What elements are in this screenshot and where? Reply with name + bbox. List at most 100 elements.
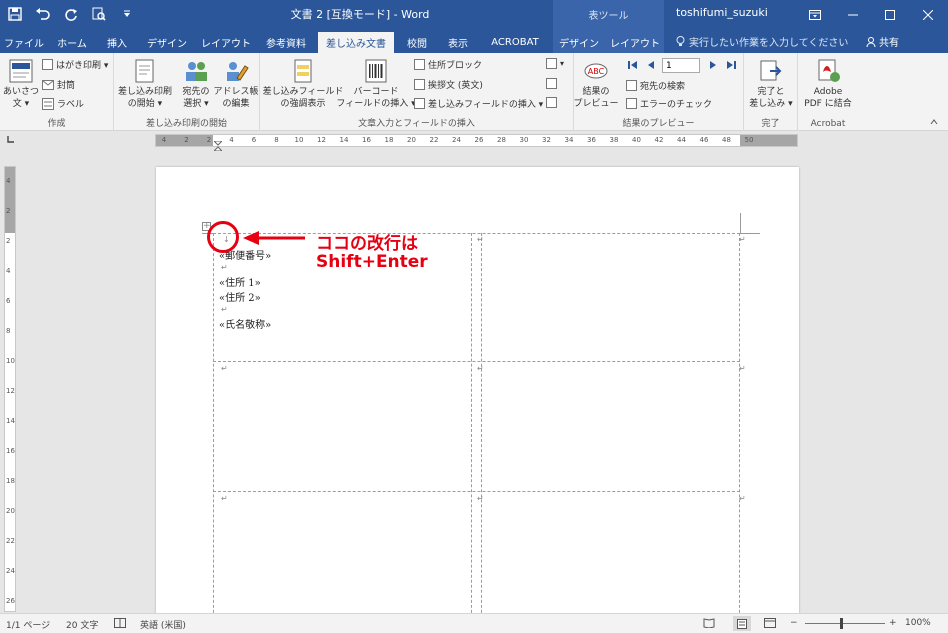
ruler-number: 38: [609, 136, 619, 144]
record-number-input[interactable]: [662, 58, 700, 73]
redo-icon[interactable]: [62, 5, 80, 23]
finish-merge-label-2: 差し込み ▾: [749, 99, 793, 109]
ruler-number: 26: [474, 136, 484, 144]
read-mode-icon[interactable]: [703, 618, 715, 628]
ruler-number: 24: [6, 567, 15, 575]
tab-table-layout[interactable]: レイアウト: [608, 32, 662, 53]
tab-design[interactable]: デザイン: [142, 32, 192, 53]
tab-acrobat[interactable]: ACROBAT: [484, 32, 546, 53]
close-button[interactable]: [910, 0, 946, 29]
customize-qat-icon[interactable]: [118, 5, 136, 23]
merge-field-name[interactable]: «氏名敬称»: [219, 316, 271, 331]
next-record-button[interactable]: [706, 58, 720, 72]
start-mail-merge-button[interactable]: 差し込み印刷 の開始 ▾: [118, 58, 172, 110]
proofing-status[interactable]: [114, 618, 126, 628]
collapse-ribbon-icon[interactable]: [930, 118, 938, 128]
rules-button[interactable]: ▾: [546, 58, 564, 69]
crop-mark: [740, 233, 760, 234]
find-recipient-button[interactable]: 宛先の検索: [626, 79, 685, 92]
ruler-number: 20: [407, 136, 416, 144]
highlight-merge-fields-button[interactable]: 差し込みフィールド の強調表示: [263, 58, 343, 110]
zoom-out-button[interactable]: −: [790, 618, 798, 628]
ruler-number: 44: [677, 136, 686, 144]
minimize-button[interactable]: [835, 0, 871, 29]
tab-layout[interactable]: レイアウト: [198, 32, 254, 53]
select-recipients-button[interactable]: 宛先の 選択 ▾: [178, 58, 214, 110]
merge-field-address1[interactable]: «住所 1»: [219, 274, 261, 289]
preview-results-label-1: 結果の: [582, 87, 610, 97]
ruler-number: 4: [229, 136, 234, 144]
maximize-button[interactable]: [872, 0, 908, 29]
ruler-number: 10: [294, 136, 304, 144]
tab-file[interactable]: ファイル: [2, 32, 46, 53]
tab-references[interactable]: 参考資料: [260, 32, 312, 53]
ruler-number: 24: [452, 136, 461, 144]
previous-record-button[interactable]: [644, 58, 658, 72]
table-border: [739, 233, 740, 633]
tab-review[interactable]: 校閲: [400, 32, 434, 53]
first-record-button[interactable]: [626, 58, 640, 72]
merge-field-address2[interactable]: «住所 2»: [219, 289, 261, 304]
ruler-number: 16: [362, 136, 371, 144]
insert-merge-field-button[interactable]: 差し込みフィールドの挿入 ▾: [414, 97, 543, 110]
labels-table[interactable]: ↓ «郵便番号» ↵ «住所 1» «住所 2» ↵ «氏名敬称» ↵ ↵ ↵ …: [213, 233, 746, 633]
indent-marker-icon[interactable]: [214, 141, 222, 151]
check-errors-button[interactable]: エラーのチェック: [626, 97, 712, 110]
adobe-pdf-merge-button[interactable]: Adobe PDF に結合: [800, 58, 856, 110]
word-count[interactable]: 20 文字: [66, 618, 98, 631]
ribbon: あいさつ 文 ▾ はがき印刷 ▾ 封筒 ラベル 作成 差し込み印刷 の開始 ▾ …: [0, 53, 948, 131]
zoom-level[interactable]: 100%: [905, 618, 931, 628]
print-preview-icon[interactable]: [90, 5, 108, 23]
group-start-mail-merge: 差し込み印刷 の開始 ▾ 宛先の 選択 ▾ アドレス帳 の編集 差し込み印刷の開…: [114, 53, 260, 131]
undo-icon[interactable]: [34, 5, 52, 23]
user-name[interactable]: toshifumi_suzuki: [676, 6, 768, 19]
vertical-ruler[interactable]: 4 2 2 4 6 8 10 12 14 16 18 20 22 24 26: [4, 166, 16, 612]
table-border: [213, 361, 740, 362]
preview-results-button[interactable]: ABC 結果の プレビュー: [574, 58, 619, 110]
update-labels-button[interactable]: [546, 97, 557, 108]
tab-mailings[interactable]: 差し込み文書: [318, 32, 394, 53]
zoom-slider-thumb[interactable]: [840, 618, 843, 629]
address-block-button[interactable]: 住所ブロック: [414, 58, 482, 71]
select-recipients-label-2: 選択 ▾: [183, 99, 209, 109]
ruler-number: 12: [317, 136, 326, 144]
page-count[interactable]: 1/1 ページ: [6, 618, 50, 631]
envelope-button[interactable]: 封筒: [42, 78, 75, 91]
finish-merge-button[interactable]: 完了と 差し込み ▾: [746, 58, 796, 110]
ruler-number: 8: [274, 136, 279, 144]
print-layout-icon[interactable]: [733, 616, 751, 631]
next-record-icon: [710, 61, 716, 69]
tab-home[interactable]: ホーム: [52, 32, 92, 53]
group-preview-results: ABC 結果の プレビュー 宛先の検索 エラーのチェック 結果のプレビュー: [574, 53, 744, 131]
postcard-print-button[interactable]: はがき印刷 ▾: [42, 58, 108, 71]
language-status[interactable]: 英語 (米国): [140, 618, 186, 631]
dropdown-arrow-icon: ▾: [560, 59, 565, 68]
tell-me-box[interactable]: 実行したい作業を入力してください: [676, 34, 848, 49]
tab-selector-icon[interactable]: [6, 135, 17, 146]
label-button[interactable]: ラベル: [42, 97, 84, 110]
adobe-pdf-label-2: PDF に結合: [804, 99, 852, 109]
share-button[interactable]: 共有: [866, 34, 899, 49]
edit-recipient-list-button[interactable]: アドレス帳 の編集: [214, 58, 259, 110]
save-icon[interactable]: [6, 5, 24, 23]
title-bar: 文書 2 [互換モード] - Word 表ツール toshifumi_suzuk…: [0, 0, 948, 29]
document-title: 文書 2 [互換モード] - Word: [290, 8, 430, 21]
ruler-number: 6: [251, 136, 257, 144]
ribbon-display-options-button[interactable]: [797, 0, 833, 29]
last-record-button[interactable]: [724, 58, 738, 72]
find-recipient-icon: [626, 80, 637, 91]
tab-table-design[interactable]: デザイン: [556, 32, 602, 53]
match-fields-button[interactable]: [546, 78, 557, 89]
finish-merge-icon: [760, 60, 782, 81]
ruler-number: 14: [6, 417, 15, 425]
zoom-slider[interactable]: [805, 623, 885, 624]
greeting-line-button[interactable]: 挨拶文 (英文): [414, 78, 483, 91]
tab-insert[interactable]: 挿入: [100, 32, 134, 53]
horizontal-ruler[interactable]: 4 2 2 4 6 8 10 12 14 16 18 20 22 24 26 28 30 32 34 36 38 40 42…: [155, 134, 798, 151]
greeting-button[interactable]: あいさつ 文 ▾: [3, 58, 39, 110]
ribbon-tabs: ファイル ホーム 挿入 デザイン レイアウト 参考資料 差し込み文書 校閲 表示…: [0, 29, 948, 53]
insert-barcode-field-button[interactable]: バーコード フィールドの挿入 ▾: [336, 58, 416, 110]
web-layout-icon[interactable]: [764, 618, 776, 628]
zoom-in-button[interactable]: +: [889, 618, 897, 628]
tab-view[interactable]: 表示: [440, 32, 476, 53]
